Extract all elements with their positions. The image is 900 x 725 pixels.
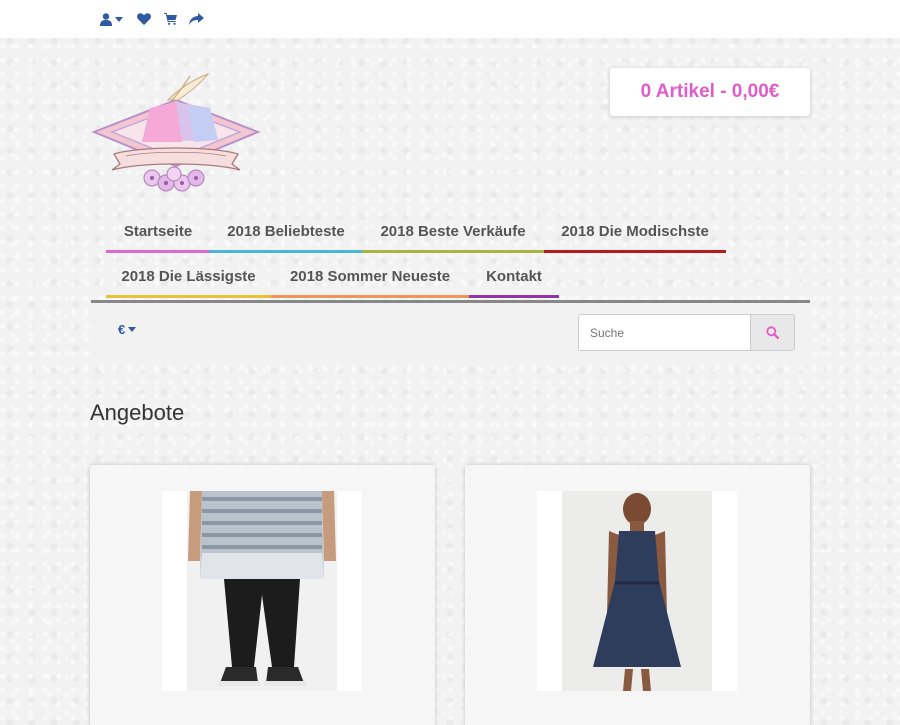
chevron-down-icon (115, 16, 123, 22)
woman-dress-photo (537, 491, 737, 691)
currency-selector[interactable]: € (118, 322, 137, 337)
currency-symbol: € (118, 322, 126, 337)
product-card[interactable] (465, 465, 810, 725)
nav-item-sommer-neueste[interactable]: 2018 Sommer Neueste (271, 258, 469, 298)
user-icon (100, 12, 112, 26)
nav-item-beliebteste[interactable]: 2018 Beliebteste (209, 213, 363, 253)
nav-item-startseite[interactable]: Startseite (106, 213, 210, 253)
chevron-down-icon (128, 327, 137, 332)
nav-item-kontakt[interactable]: Kontakt (469, 258, 559, 298)
account-menu[interactable] (100, 10, 123, 28)
shop-logo[interactable] (90, 70, 262, 196)
nav-item-die-modischste[interactable]: 2018 Die Modischste (544, 213, 726, 253)
share-icon[interactable] (189, 10, 204, 28)
nav-item-die-laessigste[interactable]: 2018 Die Lässigste (106, 258, 271, 298)
search-input[interactable] (578, 314, 751, 351)
cart-icon[interactable] (164, 10, 177, 28)
product-image[interactable] (537, 491, 737, 691)
product-image[interactable] (162, 491, 362, 691)
search-icon (766, 326, 779, 339)
top-bar (0, 0, 900, 38)
nav-item-beste-verkaeufe[interactable]: 2018 Beste Verkäufe (362, 213, 544, 253)
page-title: Angebote (90, 400, 185, 425)
man-tshirt-photo (162, 491, 362, 691)
search-button[interactable] (750, 314, 795, 351)
cart-summary[interactable]: 0 Artikel - 0,00€ (610, 68, 810, 116)
heart-icon[interactable] (137, 10, 151, 28)
product-card[interactable] (90, 465, 435, 725)
